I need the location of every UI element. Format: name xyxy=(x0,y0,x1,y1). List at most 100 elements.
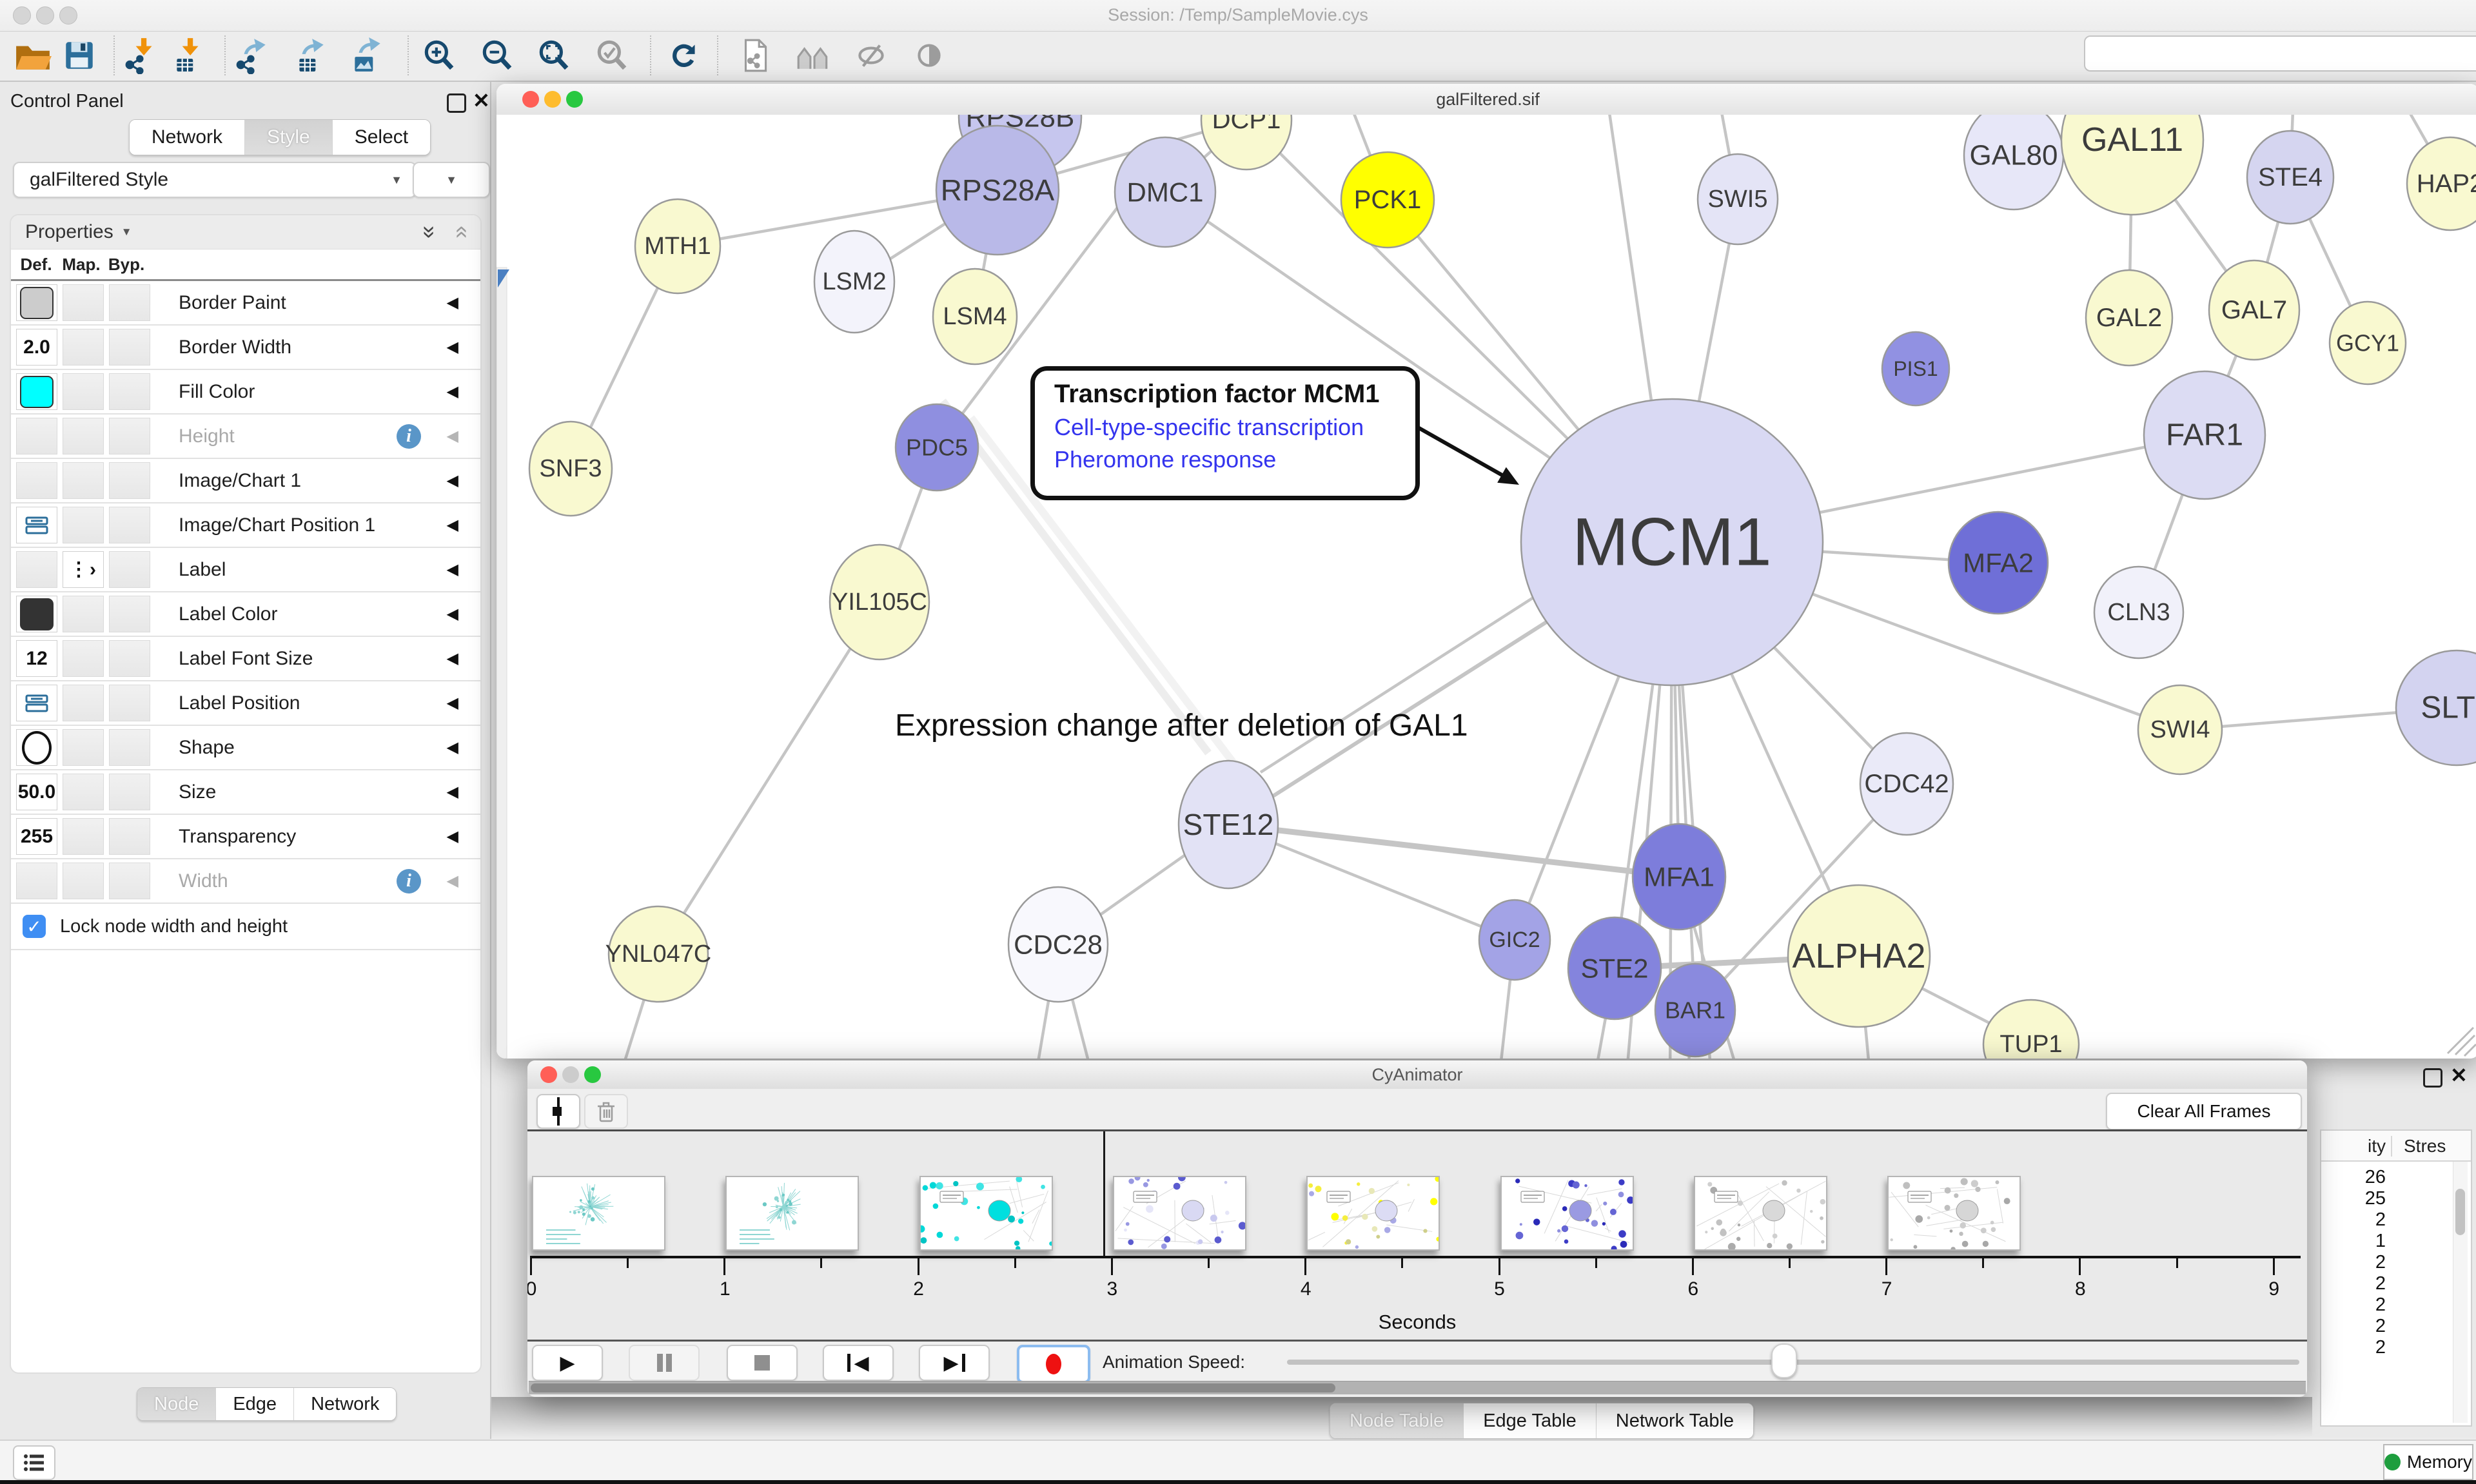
style-options-button[interactable]: ▼ xyxy=(413,162,490,198)
property-value-cell[interactable] xyxy=(16,373,57,410)
property-empty-cell[interactable] xyxy=(109,329,150,366)
table-cell[interactable]: 2 xyxy=(2330,1209,2386,1231)
node-cdc28[interactable]: CDC28 xyxy=(1008,887,1108,1002)
node-snf3[interactable]: SNF3 xyxy=(529,422,612,516)
delete-frame-button[interactable] xyxy=(584,1094,628,1129)
column-stress[interactable]: Stres xyxy=(2404,1136,2446,1157)
node-rps28a[interactable]: RPS28A xyxy=(936,126,1059,255)
zoom-selected-icon[interactable] xyxy=(593,37,631,74)
add-frame-button[interactable] xyxy=(536,1094,580,1129)
property-value-cell[interactable]: 255 xyxy=(16,818,57,855)
property-empty-cell[interactable] xyxy=(109,596,150,632)
expand-row-arrow-icon[interactable]: ◀ xyxy=(447,649,458,668)
pause-button[interactable] xyxy=(629,1345,700,1381)
export-table-icon[interactable] xyxy=(291,37,329,74)
memory-button[interactable]: Memory xyxy=(2383,1444,2473,1480)
expand-row-arrow-icon[interactable]: ◀ xyxy=(447,516,458,534)
toggle-contrast-icon[interactable] xyxy=(910,37,948,74)
tab-select[interactable]: Select xyxy=(333,120,430,155)
property-row-shape[interactable]: Shape◀ xyxy=(11,726,480,770)
node-ynl047c[interactable]: YNL047C xyxy=(605,906,712,1002)
import-table-icon[interactable] xyxy=(170,37,208,74)
property-empty-cell[interactable] xyxy=(109,863,150,899)
node-gic2[interactable]: GIC2 xyxy=(1479,900,1550,980)
expand-row-arrow-icon[interactable]: ◀ xyxy=(447,827,458,846)
node-hap2[interactable]: HAP2 xyxy=(2407,137,2476,230)
property-empty-cell[interactable] xyxy=(63,418,104,454)
tab-style[interactable]: Style xyxy=(245,120,333,155)
property-empty-cell[interactable] xyxy=(109,774,150,810)
expand-row-arrow-icon[interactable]: ◀ xyxy=(447,382,458,401)
node-cln3[interactable]: CLN3 xyxy=(2094,567,2183,658)
property-row-label-position[interactable]: Label Position◀ xyxy=(11,681,480,726)
node-gal2[interactable]: GAL2 xyxy=(2086,270,2172,366)
property-empty-cell[interactable] xyxy=(109,507,150,543)
float-panel-icon[interactable] xyxy=(447,93,466,113)
property-row-label[interactable]: ⋮›Label◀ xyxy=(11,548,480,592)
node-far1[interactable]: FAR1 xyxy=(2144,371,2265,499)
bundle-edges-icon[interactable] xyxy=(794,37,832,74)
node-pdc5[interactable]: PDC5 xyxy=(896,404,978,491)
annotation-box[interactable]: Transcription factor MCM1 Cell-type-spec… xyxy=(1030,366,1420,500)
expand-row-arrow-icon[interactable]: ◀ xyxy=(447,872,458,890)
annotation-link[interactable]: Pheromone response xyxy=(1054,446,1415,473)
property-empty-cell[interactable] xyxy=(63,818,104,855)
table-cell[interactable]: 25 xyxy=(2330,1188,2386,1209)
node-ste2[interactable]: STE2 xyxy=(1568,917,1661,1019)
frame-thumbnail-7[interactable] xyxy=(1694,1176,1827,1251)
property-empty-cell[interactable] xyxy=(109,284,150,321)
frame-thumbnail-2[interactable] xyxy=(725,1176,859,1251)
node-ste4[interactable]: STE4 xyxy=(2247,131,2334,224)
tab-edge[interactable]: Edge xyxy=(216,1388,294,1420)
property-empty-cell[interactable] xyxy=(16,462,57,499)
expand-row-arrow-icon[interactable]: ◀ xyxy=(447,338,458,356)
property-row-size[interactable]: 50.0Size◀ xyxy=(11,770,480,815)
timeline-playhead[interactable] xyxy=(1103,1131,1105,1257)
frame-thumbnail-8[interactable] xyxy=(1887,1176,2021,1251)
speed-slider-handle[interactable] xyxy=(1771,1343,1797,1378)
stop-button[interactable] xyxy=(727,1345,798,1381)
property-value-cell[interactable]: 2.0 xyxy=(16,329,57,366)
annotation-link[interactable]: Cell-type-specific transcription xyxy=(1054,414,1415,441)
property-empty-cell[interactable] xyxy=(63,863,104,899)
zoom-fit-icon[interactable] xyxy=(535,37,573,74)
property-empty-cell[interactable] xyxy=(109,551,150,588)
float-panel-icon[interactable] xyxy=(2423,1068,2442,1088)
tab-network-table[interactable]: Network Table xyxy=(1597,1403,1753,1438)
expand-row-arrow-icon[interactable]: ◀ xyxy=(447,560,458,579)
property-empty-cell[interactable] xyxy=(16,551,57,588)
close-panel-icon[interactable]: ✕ xyxy=(473,88,490,113)
properties-title[interactable]: Properties xyxy=(25,221,113,243)
table-cell[interactable]: 2 xyxy=(2330,1316,2386,1337)
property-row-image-chart-position-1[interactable]: Image/Chart Position 1◀ xyxy=(11,503,480,548)
tab-edge-table[interactable]: Edge Table xyxy=(1464,1403,1597,1438)
frame-thumbnail-1[interactable] xyxy=(532,1176,665,1251)
frame-thumbnail-3[interactable] xyxy=(919,1176,1053,1251)
animation-timeline[interactable]: 0123456789 Seconds xyxy=(527,1131,2307,1340)
table-scrollbar[interactable] xyxy=(2453,1162,2468,1423)
table-cell[interactable]: 2 xyxy=(2330,1294,2386,1316)
tab-node-table[interactable]: Node Table xyxy=(1330,1403,1464,1438)
column-divider[interactable] xyxy=(2391,1136,2392,1157)
node-slt2[interactable]: SLT2 xyxy=(2396,650,2476,765)
node-ste12[interactable]: STE12 xyxy=(1179,761,1278,888)
property-empty-cell[interactable] xyxy=(109,729,150,766)
node-gal7[interactable]: GAL7 xyxy=(2209,260,2299,360)
property-empty-cell[interactable] xyxy=(16,863,57,899)
save-session-icon[interactable] xyxy=(61,37,98,74)
property-value-cell[interactable] xyxy=(16,596,57,632)
export-image-icon[interactable] xyxy=(348,37,386,74)
node-pis1[interactable]: PIS1 xyxy=(1882,332,1949,405)
edge[interactable] xyxy=(1261,592,1542,772)
property-empty-cell[interactable] xyxy=(63,685,104,721)
property-value-cell[interactable] xyxy=(16,507,57,543)
node-swi4[interactable]: SWI4 xyxy=(2138,685,2222,774)
property-value-cell[interactable]: 50.0 xyxy=(16,774,57,810)
frame-thumbnail-4[interactable] xyxy=(1113,1176,1246,1251)
property-value-cell[interactable] xyxy=(16,284,57,321)
node-pck1[interactable]: PCK1 xyxy=(1341,152,1434,248)
next-frame-button[interactable]: ▶ xyxy=(919,1345,990,1381)
canvas-caption[interactable]: Expression change after deletion of GAL1 xyxy=(895,708,1468,743)
node-alpha2[interactable]: ALPHA2 xyxy=(1788,885,1930,1027)
edge-yil105c-ynl047c[interactable] xyxy=(658,602,879,954)
